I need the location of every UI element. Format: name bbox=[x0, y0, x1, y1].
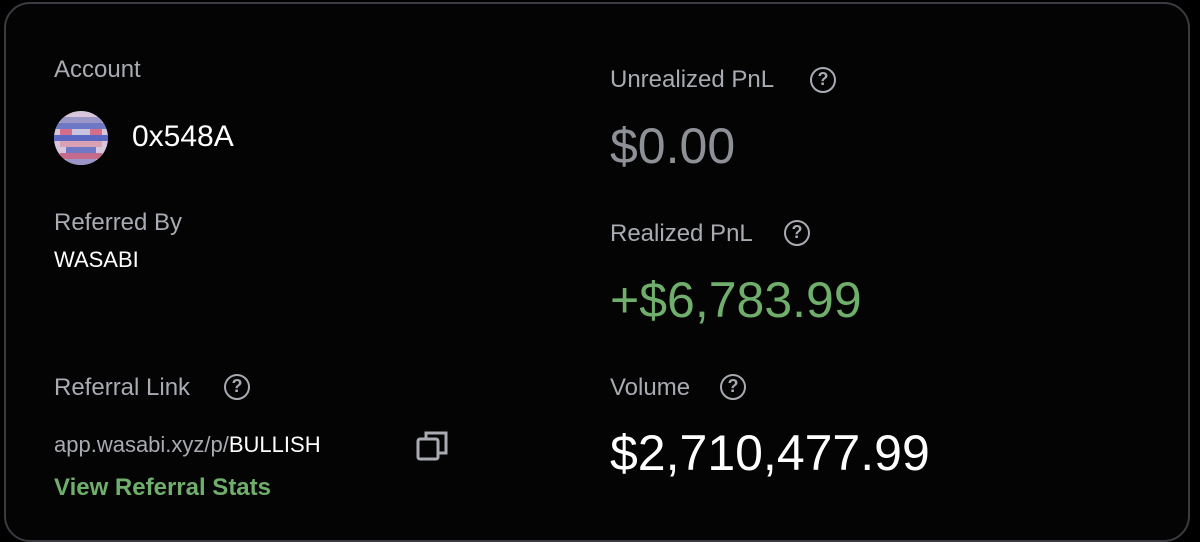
account-label: Account bbox=[54, 56, 141, 83]
unrealized-pnl-label: Unrealized PnL bbox=[610, 66, 775, 93]
unrealized-pnl-help-icon[interactable]: ? bbox=[810, 67, 836, 93]
referral-code: BULLISH bbox=[228, 432, 321, 457]
referral-link-help-icon[interactable]: ? bbox=[224, 374, 250, 400]
account-stats-card: Account 0x548A Referred By WASABI Referr… bbox=[4, 2, 1190, 542]
account-address: 0x548A bbox=[132, 120, 234, 153]
pixel-avatar-icon bbox=[54, 111, 108, 165]
realized-pnl-help-icon[interactable]: ? bbox=[784, 220, 810, 246]
volume-help-icon[interactable]: ? bbox=[720, 374, 746, 400]
referral-link-label: Referral Link bbox=[54, 374, 191, 401]
referral-link-url: app.wasabi.xyz/p/BULLISH bbox=[54, 432, 321, 458]
realized-pnl-value: +$6,783.99 bbox=[610, 272, 862, 328]
referred-by-value: WASABI bbox=[54, 247, 139, 272]
volume-value: $2,710,477.99 bbox=[610, 425, 930, 481]
unrealized-pnl-value: $0.00 bbox=[610, 118, 736, 174]
view-referral-stats-link[interactable]: View Referral Stats bbox=[54, 474, 271, 502]
referral-url-prefix: app.wasabi.xyz/p/ bbox=[54, 432, 229, 457]
volume-label: Volume bbox=[610, 374, 691, 401]
avatar bbox=[54, 111, 108, 165]
copy-icon[interactable] bbox=[416, 429, 450, 463]
referred-by-label: Referred By bbox=[54, 209, 183, 236]
realized-pnl-label: Realized PnL bbox=[610, 220, 753, 247]
